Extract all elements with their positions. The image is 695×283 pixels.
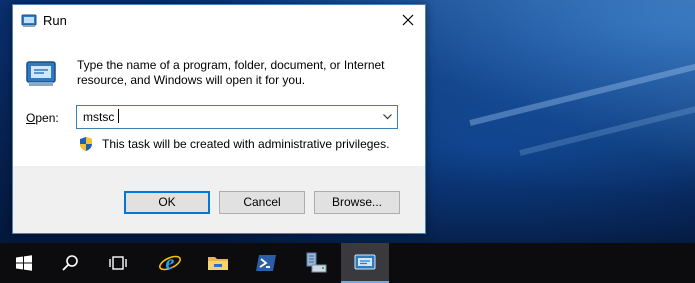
file-explorer-icon	[208, 257, 228, 270]
close-icon	[402, 14, 414, 26]
internet-explorer-icon: e	[159, 252, 181, 274]
task-view-icon	[109, 256, 127, 270]
close-button[interactable]	[391, 5, 425, 36]
dialog-footer: OK Cancel Browse...	[13, 166, 425, 233]
taskbar-internet-explorer[interactable]: e	[146, 243, 194, 283]
title-bar[interactable]: Run	[13, 5, 425, 36]
cancel-button[interactable]: Cancel	[219, 191, 305, 214]
open-label-accelerator: O	[26, 111, 36, 125]
open-label: Open:	[26, 111, 59, 125]
admin-privileges-note: This task will be created with administr…	[102, 137, 390, 151]
ok-button[interactable]: OK	[124, 191, 210, 214]
windows-start-icon	[16, 255, 32, 271]
search-button[interactable]	[46, 243, 94, 283]
browse-button[interactable]: Browse...	[314, 191, 400, 214]
text-cursor	[118, 109, 119, 123]
svg-text:e: e	[166, 252, 175, 274]
wallpaper-light-beam	[519, 101, 695, 156]
run-app-icon	[26, 61, 56, 86]
open-input[interactable]: mstsc	[83, 110, 114, 124]
chevron-down-icon	[383, 114, 392, 120]
open-combobox[interactable]: mstsc	[76, 105, 398, 129]
powershell-icon	[256, 255, 276, 271]
taskbar-run[interactable]	[341, 243, 389, 283]
server-manager-icon	[306, 252, 327, 273]
uac-shield-icon	[80, 137, 92, 151]
taskbar: e	[0, 243, 695, 283]
task-view-button[interactable]	[94, 243, 142, 283]
taskbar-server-manager[interactable]	[292, 243, 340, 283]
window-title: Run	[43, 13, 67, 28]
run-dialog: Run Type the name of a program, folder, …	[12, 4, 426, 234]
search-icon	[62, 255, 78, 271]
taskbar-powershell[interactable]	[242, 243, 290, 283]
run-app-icon	[21, 14, 37, 27]
combobox-dropdown-button[interactable]	[377, 106, 397, 128]
start-button[interactable]	[0, 243, 48, 283]
run-description: Type the name of a program, folder, docu…	[77, 58, 385, 87]
run-app-icon	[354, 254, 376, 270]
taskbar-file-explorer[interactable]	[194, 243, 242, 283]
open-label-text: pen:	[35, 111, 59, 125]
